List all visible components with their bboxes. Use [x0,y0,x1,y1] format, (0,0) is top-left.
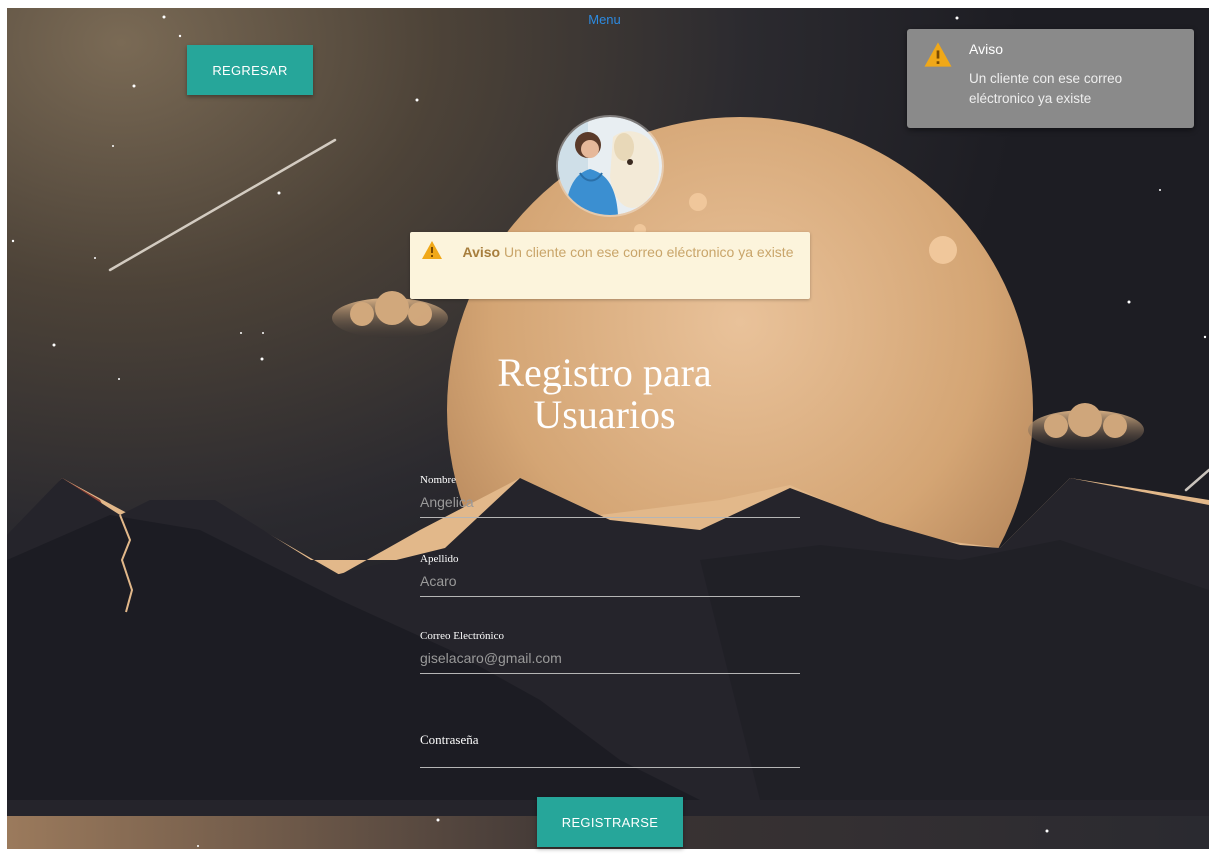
inline-alert-title: Aviso [462,244,501,260]
inline-alert: Aviso Un cliente con ese correo eléctron… [410,232,810,299]
moon-spot [689,193,707,211]
field-nombre: Nombre [420,474,800,518]
field-label: Correo Electrónico [420,630,504,642]
window-frame-top [0,0,1209,8]
inline-alert-message: Un cliente con ese correo eléctronico ya… [504,244,794,260]
nombre-input[interactable] [420,486,800,518]
shooting-star [108,138,337,272]
register-button[interactable]: REGISTRARSE [537,797,683,847]
menu-link[interactable]: Menu [0,12,1209,27]
shooting-star [1184,468,1209,492]
back-button[interactable]: REGRESAR [187,45,313,95]
page-title: Registro para Usuarios [0,352,1209,436]
toast-message: Un cliente con ese correo eléctronico ya… [969,71,1123,106]
field-contrasena: Contraseña [420,732,800,768]
moon-spot [929,236,957,264]
warning-icon [421,240,443,265]
page-title-line-1: Registro para [497,350,712,395]
field-correo: Correo Electrónico [420,630,800,674]
toast-notification[interactable]: Aviso Un cliente con ese correo eléctron… [907,29,1194,128]
password-input[interactable] [420,748,800,768]
warning-icon [923,41,953,73]
inline-alert-text: Aviso Un cliente con ese correo eléctron… [454,242,802,263]
field-label: Apellido [420,553,459,565]
field-label: Nombre [420,474,457,486]
field-label: Contraseña [420,732,479,747]
page-background: Menu REGRESAR Aviso Un cliente con ese c… [0,0,1209,855]
field-apellido: Apellido [420,553,800,597]
apellido-input[interactable] [420,565,800,597]
toast-title: Aviso [969,41,1003,57]
page-title-line-2: Usuarios [533,392,676,437]
avatar-image [558,117,662,215]
email-input[interactable] [420,642,800,674]
avatar-vet-with-dog [556,115,664,217]
window-frame-bottom [0,849,1209,855]
